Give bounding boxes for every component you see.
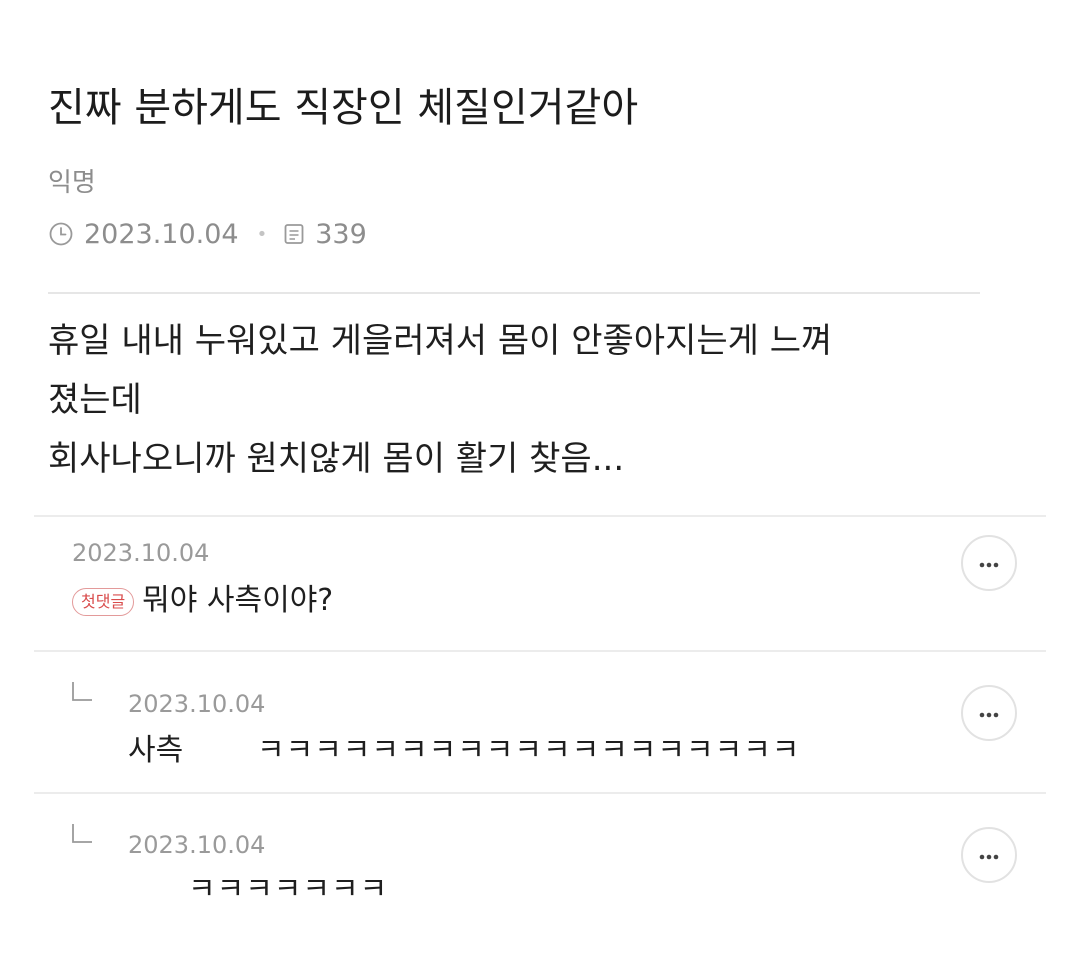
reply-author: 사측 [128, 733, 184, 768]
reply-arrow-icon [70, 680, 94, 704]
post-body-line: 졌는데 [48, 380, 142, 420]
clock-icon [48, 221, 74, 247]
more-icon [977, 554, 1001, 573]
header-divider [48, 292, 980, 294]
reply-date: 2023.10.04 [128, 831, 266, 859]
more-icon [977, 704, 1001, 723]
comment-divider [34, 650, 1046, 652]
post-views: 339 [315, 218, 367, 250]
first-comment-badge: 첫댓글 [72, 587, 135, 616]
comment-more-button[interactable] [961, 535, 1017, 591]
more-icon [977, 846, 1001, 865]
comments-divider [34, 515, 1046, 517]
post-meta: 2023.10.04 • 339 [48, 216, 367, 252]
reply-more-button[interactable] [961, 685, 1017, 741]
meta-separator: • [256, 223, 268, 245]
reply-date: 2023.10.04 [128, 690, 266, 718]
post-date: 2023.10.04 [84, 218, 239, 250]
comment-divider [34, 792, 1046, 794]
reply-text: ㅋㅋㅋㅋㅋㅋㅋㅋㅋㅋㅋㅋㅋㅋㅋㅋㅋㅋㅋ [257, 733, 801, 768]
comment-date: 2023.10.04 [72, 539, 210, 567]
post-title: 진짜 분하게도 직장인 체질인거같아 [48, 85, 639, 131]
comment-text: 뭐야 사측이야? [142, 583, 334, 618]
reply-text: ㅋㅋㅋㅋㅋㅋㅋ [188, 872, 389, 907]
post-body: 휴일 내내 누워있고 게을러져서 몸이 안좋아지는게 느껴 졌는데 회사나오니까… [48, 312, 1008, 489]
reply-arrow-icon [70, 822, 94, 846]
post-author: 익명 [48, 168, 96, 198]
comment-text-row: 첫댓글 뭐야 사측이야? [72, 581, 333, 621]
reply-more-button[interactable] [961, 827, 1017, 883]
post-body-line: 회사나오니까 원치않게 몸이 활기 찾음... [48, 439, 625, 479]
document-icon [281, 221, 307, 247]
post-body-line: 휴일 내내 누워있고 게을러져서 몸이 안좋아지는게 느껴 [48, 321, 833, 361]
